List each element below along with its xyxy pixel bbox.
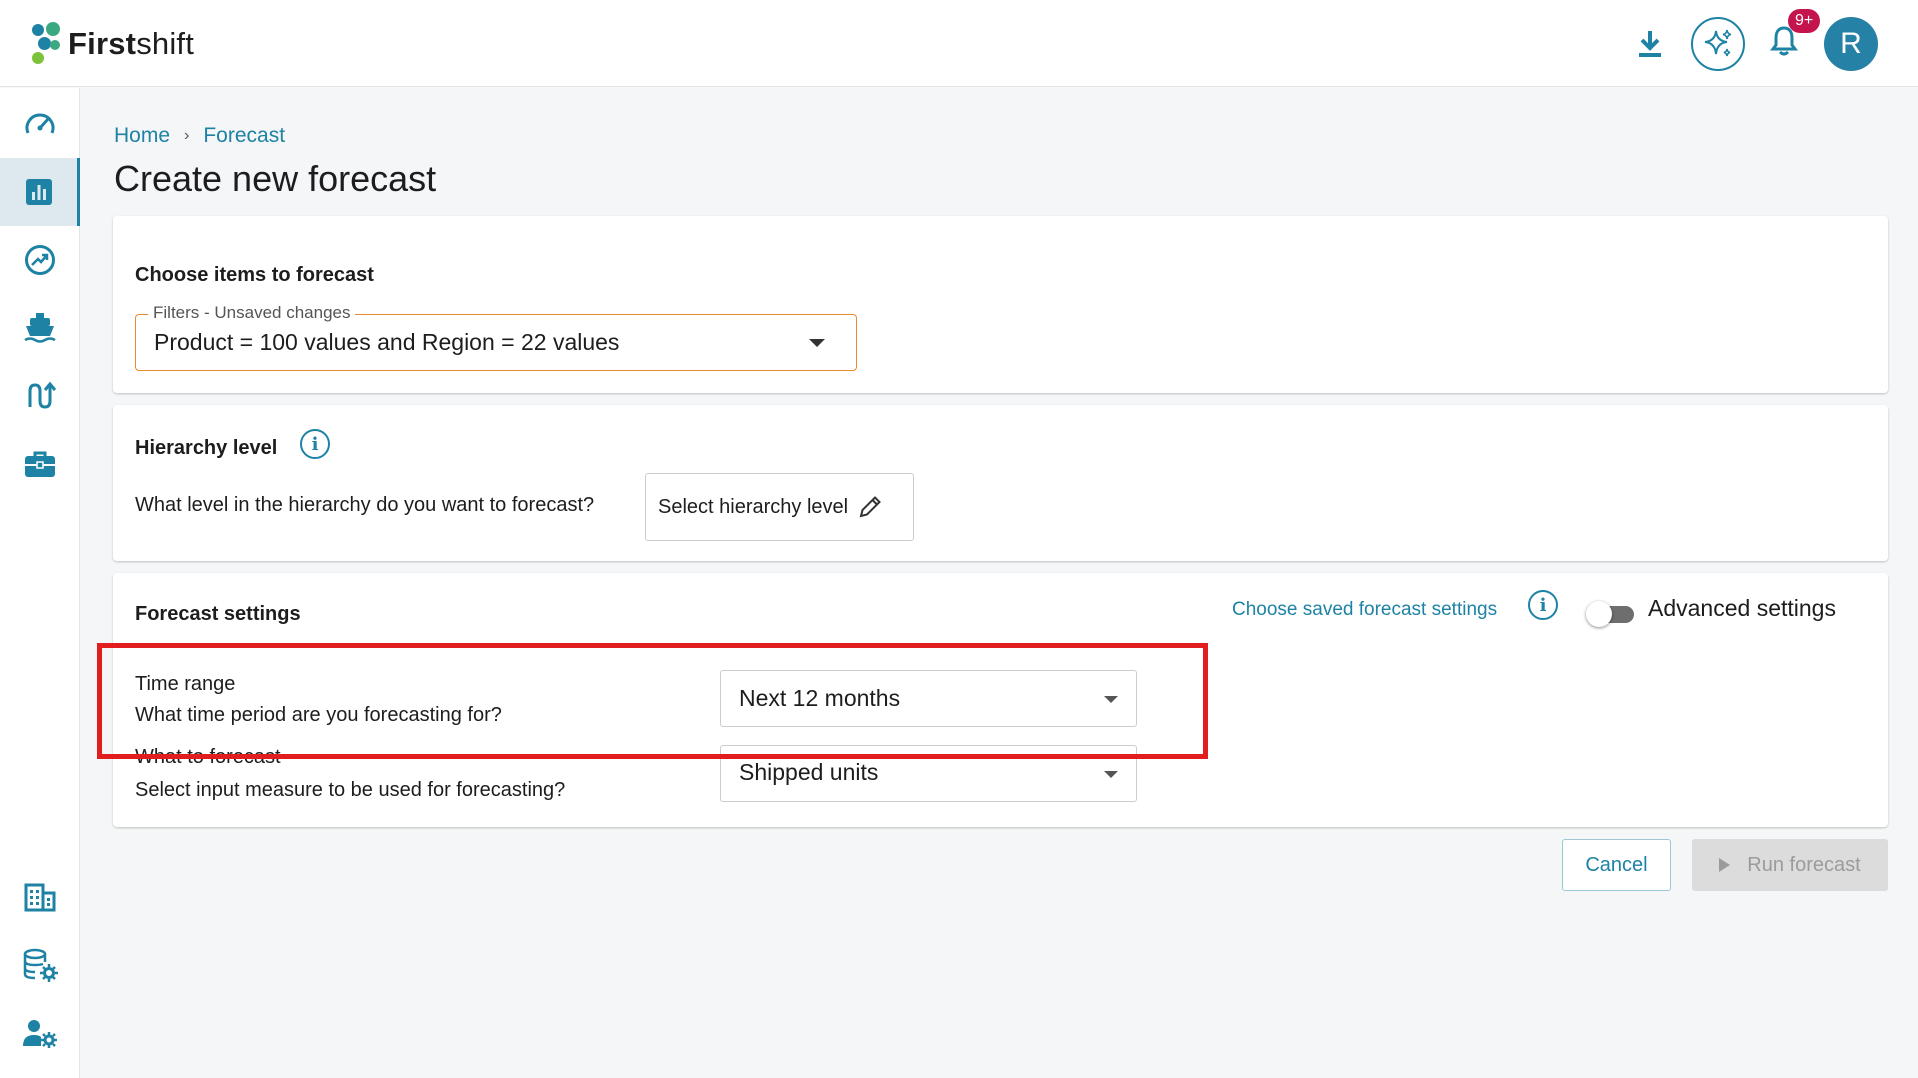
speedometer-icon [25,113,55,134]
route-icon [28,381,56,409]
choose-saved-settings-link[interactable]: Choose saved forecast settings [1232,599,1497,621]
hierarchy-card: Hierarchy level i What level in the hier… [113,405,1888,561]
briefcase-icon [25,451,55,477]
ship-icon [24,313,56,343]
settings-section-title: Forecast settings [135,603,301,625]
sidebar [0,88,80,1078]
filter-legend: Filters - Unsaved changes [148,303,356,323]
firstshift-logo[interactable]: Firstshift [30,22,194,66]
what-to-forecast-label: What to forecast [135,746,281,768]
trend-up-icon [25,245,55,275]
building-icon [24,883,56,912]
time-range-value: Next 12 months [739,685,901,711]
breadcrumb-home-link[interactable]: Home [114,124,170,148]
select-hierarchy-level-button[interactable]: Select hierarchy level [645,473,914,541]
sidebar-item-user-settings[interactable] [0,999,80,1067]
breadcrumb: Home › Forecast [114,124,285,148]
sidebar-item-forecast[interactable] [0,158,80,226]
sidebar-item-portfolio[interactable] [0,430,80,498]
settings-info-icon[interactable]: i [1528,590,1558,620]
sidebar-item-dashboard[interactable] [0,90,80,158]
advanced-settings-toggle[interactable] [1586,601,1636,627]
user-gear-icon [23,1020,57,1048]
run-forecast-label: Run forecast [1747,853,1861,876]
chevron-down-icon [1104,771,1118,778]
filter-select[interactable]: Filters - Unsaved changes Product = 100 … [135,303,857,371]
time-range-select[interactable]: Next 12 months [720,670,1137,727]
sidebar-item-shipping[interactable] [0,294,80,362]
page-title: Create new forecast [114,158,437,199]
chevron-down-icon [1104,696,1118,703]
logo-mark-icon [30,22,62,66]
bar-chart-icon [25,179,52,205]
time-range-question: What time period are you forecasting for… [135,704,502,726]
time-range-label: Time range [135,673,236,695]
user-avatar-button[interactable]: R [1822,0,1880,87]
run-forecast-button[interactable]: Run forecast [1692,839,1888,891]
avatar: R [1824,16,1878,71]
cancel-button[interactable]: Cancel [1562,839,1671,891]
hierarchy-section-title: Hierarchy level [135,437,278,459]
breadcrumb-forecast-link[interactable]: Forecast [203,124,285,148]
chevron-down-icon [809,339,825,347]
sidebar-item-trends[interactable] [0,226,80,294]
sparkle-icon [1691,16,1745,71]
hierarchy-info-icon[interactable]: i [300,429,330,459]
settings-card: Forecast settings Choose saved forecast … [113,573,1888,827]
sidebar-item-flows[interactable] [0,362,80,430]
download-icon [1639,30,1661,57]
hierarchy-question: What level in the hierarchy do you want … [135,494,595,516]
ai-assistant-button[interactable] [1689,0,1747,87]
filter-value: Product = 100 values and Region = 22 val… [154,329,620,355]
measure-select[interactable]: Shipped units [720,745,1137,802]
sidebar-item-data-settings[interactable] [0,931,80,999]
items-section-title: Choose items to forecast [135,264,374,286]
play-icon [1719,858,1731,872]
pencil-icon [859,496,882,518]
download-button[interactable] [1630,0,1670,87]
measure-value: Shipped units [739,759,879,785]
select-hierarchy-label: Select hierarchy level [658,495,849,518]
items-card: Choose items to forecast Filters - Unsav… [113,216,1888,393]
top-bar: Firstshift 9+ R [0,0,1918,87]
notification-badge: 9+ [1788,9,1821,33]
notifications-button[interactable]: 9+ [1762,0,1821,87]
what-to-forecast-question: Select input measure to be used for fore… [135,779,566,801]
advanced-settings-label: Advanced settings [1648,595,1836,621]
database-gear-icon [23,948,58,982]
logo-text: Firstshift [68,26,195,61]
sidebar-item-organization[interactable] [0,863,80,931]
breadcrumb-separator: › [184,127,190,144]
